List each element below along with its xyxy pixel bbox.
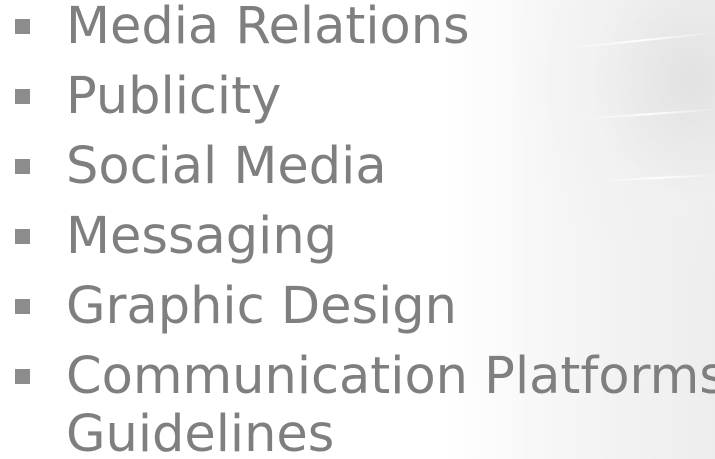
bullet-text: Messaging [66,207,338,266]
bullet-text: Graphic Design [66,277,457,336]
bullet-text: Media Relations [66,0,470,56]
square-bullet-icon [15,369,30,384]
light-streak [599,173,715,182]
square-bullet-icon [15,229,30,244]
bullet-text-continuation: Guidelines [66,405,335,459]
slide-background: Media Relations Publicity Social Media M… [0,0,715,459]
square-bullet-icon [15,159,30,174]
square-bullet-icon [15,89,30,104]
bullet-text: Social Media [66,137,387,196]
square-bullet-icon [15,19,30,34]
square-bullet-icon [15,299,30,314]
light-streak [579,108,715,120]
bullet-text: Publicity [66,67,282,126]
light-streak [559,31,715,50]
bullet-text: Communication Platforms/ [66,347,715,406]
